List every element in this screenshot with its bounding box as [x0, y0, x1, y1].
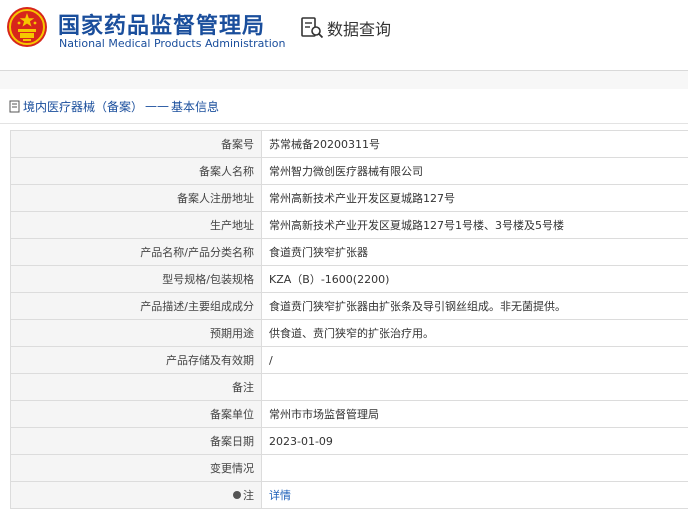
- field-label: 产品描述/主要组成成分: [10, 292, 262, 320]
- table-row: 产品存储及有效期 /: [10, 346, 688, 374]
- field-label: 型号规格/包装规格: [10, 265, 262, 293]
- field-value: 常州高新技术产业开发区夏城路127号1号楼、3号楼及5号楼: [261, 211, 688, 239]
- breadcrumb-page: 基本信息: [171, 99, 220, 114]
- breadcrumb-section[interactable]: 境内医疗器械（备案）: [23, 98, 143, 115]
- field-value: 供食道、贲门狭窄的扩张治疗用。: [261, 319, 688, 347]
- table-row: 变更情况: [10, 454, 688, 482]
- field-value: 食道贲门狭窄扩张器由扩张条及导引钢丝组成。非无菌提供。: [261, 292, 688, 320]
- field-label: 备案人注册地址: [10, 184, 262, 212]
- info-table: 备案号 苏常械备20200311号 备案人名称 常州智力微创医疗器械有限公司 备…: [10, 130, 688, 509]
- breadcrumb: 境内医疗器械（备案） —— 基本信息: [0, 89, 688, 124]
- table-row: 型号规格/包装规格 KZA（B）-1600(2200): [10, 265, 688, 293]
- field-value: 食道贲门狭窄扩张器: [261, 238, 688, 266]
- table-row: 备案单位 常州市市场监督管理局: [10, 400, 688, 428]
- field-label: 备注: [10, 373, 262, 401]
- field-label: 生产地址: [10, 211, 262, 239]
- note-label: 注: [243, 489, 254, 502]
- note-row: 注 详情: [10, 481, 688, 509]
- document-icon: [9, 100, 20, 112]
- field-label: 变更情况: [10, 454, 262, 482]
- field-value: 2023-01-09: [261, 427, 688, 455]
- org-name-cn: 国家药品监督管理局: [58, 14, 266, 39]
- details-link[interactable]: 详情: [269, 489, 291, 502]
- table-row: 产品名称/产品分类名称 食道贲门狭窄扩张器: [10, 238, 688, 266]
- field-value: 常州市市场监督管理局: [261, 400, 688, 428]
- field-label: 备案人名称: [10, 157, 262, 185]
- site-header: 国家药品监督管理局 National Medical Products Admi…: [0, 0, 688, 71]
- field-label: 备案日期: [10, 427, 262, 455]
- table-row: 备案号 苏常械备20200311号: [10, 130, 688, 158]
- table-row: 产品描述/主要组成成分 食道贲门狭窄扩张器由扩张条及导引钢丝组成。非无菌提供。: [10, 292, 688, 320]
- org-name-en: National Medical Products Administration: [59, 37, 286, 50]
- field-value: [261, 454, 688, 482]
- field-label: 预期用途: [10, 319, 262, 347]
- field-value: 苏常械备20200311号: [261, 130, 688, 158]
- pin-icon: [233, 491, 241, 499]
- field-value: 常州高新技术产业开发区夏城路127号: [261, 184, 688, 212]
- table-row: 备注: [10, 373, 688, 401]
- note-label-cell: 注: [10, 481, 262, 509]
- field-label: 备案单位: [10, 400, 262, 428]
- table-row: 生产地址 常州高新技术产业开发区夏城路127号1号楼、3号楼及5号楼: [10, 211, 688, 239]
- field-label: 产品存储及有效期: [10, 346, 262, 374]
- table-row: 备案人注册地址 常州高新技术产业开发区夏城路127号: [10, 184, 688, 212]
- field-value: KZA（B）-1600(2200): [261, 265, 688, 293]
- header-gap: [0, 71, 688, 89]
- breadcrumb-separator: ——: [145, 99, 170, 113]
- data-query-link[interactable]: 数据查询: [300, 16, 391, 40]
- field-value: 常州智力微创医疗器械有限公司: [261, 157, 688, 185]
- table-row: 预期用途 供食道、贲门狭窄的扩张治疗用。: [10, 319, 688, 347]
- table-row: 备案人名称 常州智力微创医疗器械有限公司: [10, 157, 688, 185]
- search-document-icon: [301, 17, 324, 39]
- field-label: 产品名称/产品分类名称: [10, 238, 262, 266]
- field-label: 备案号: [10, 130, 262, 158]
- note-value-cell: 详情: [261, 481, 688, 509]
- data-query-label: 数据查询: [327, 20, 392, 39]
- table-row: 备案日期 2023-01-09: [10, 427, 688, 455]
- field-value: [261, 373, 688, 401]
- field-value: /: [261, 346, 688, 374]
- national-emblem-icon: [7, 7, 47, 47]
